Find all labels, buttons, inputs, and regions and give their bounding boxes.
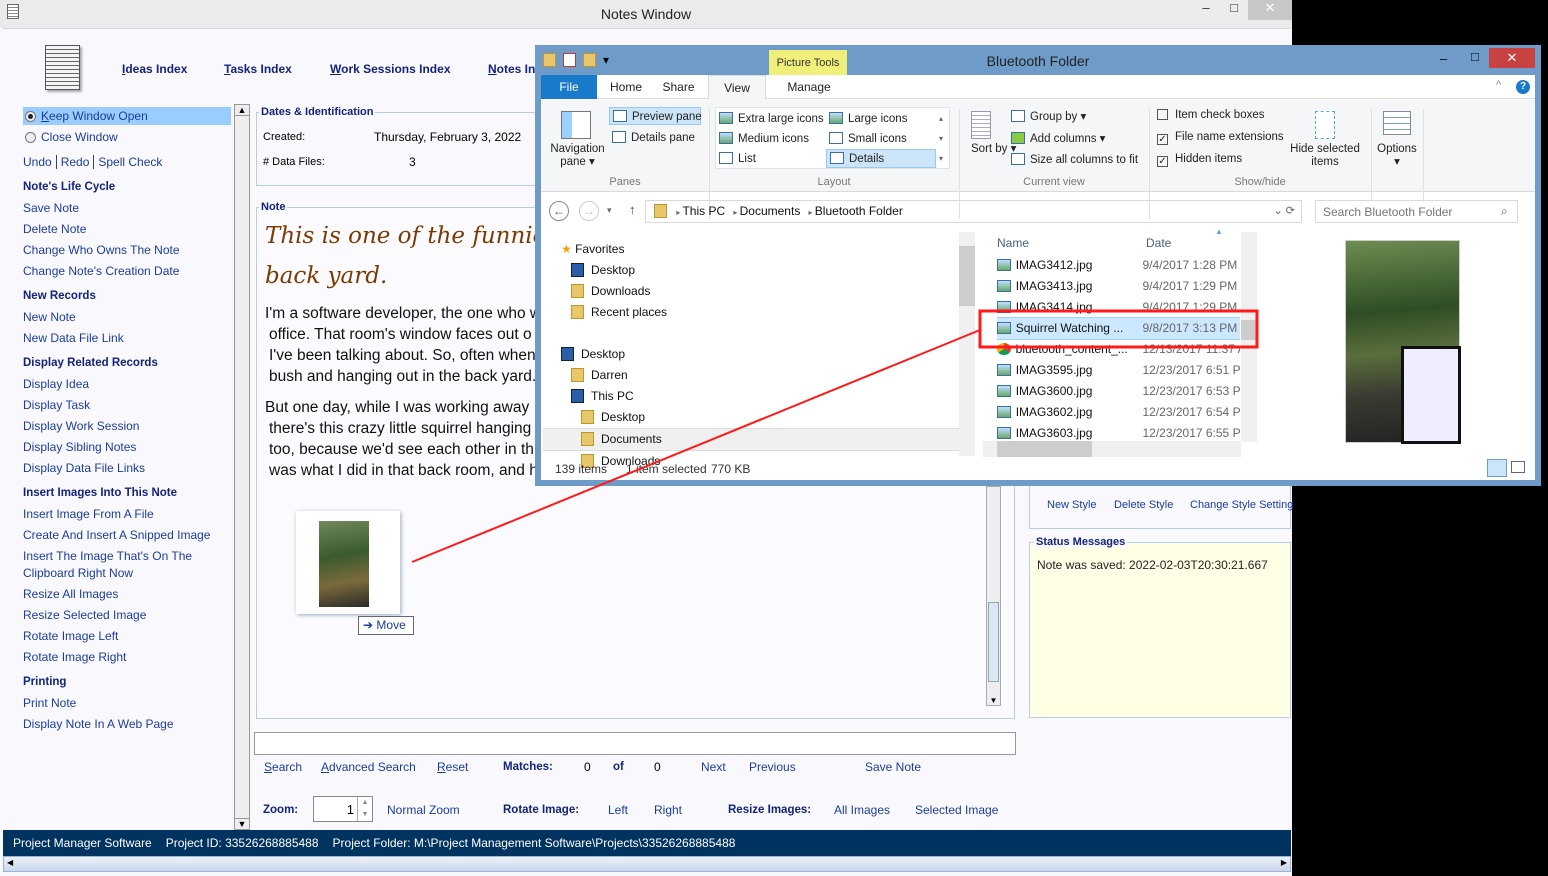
highlight-rectangle [978,309,1259,349]
annotation-overlay [411,309,1259,563]
annotation-arrow-line [411,329,981,563]
